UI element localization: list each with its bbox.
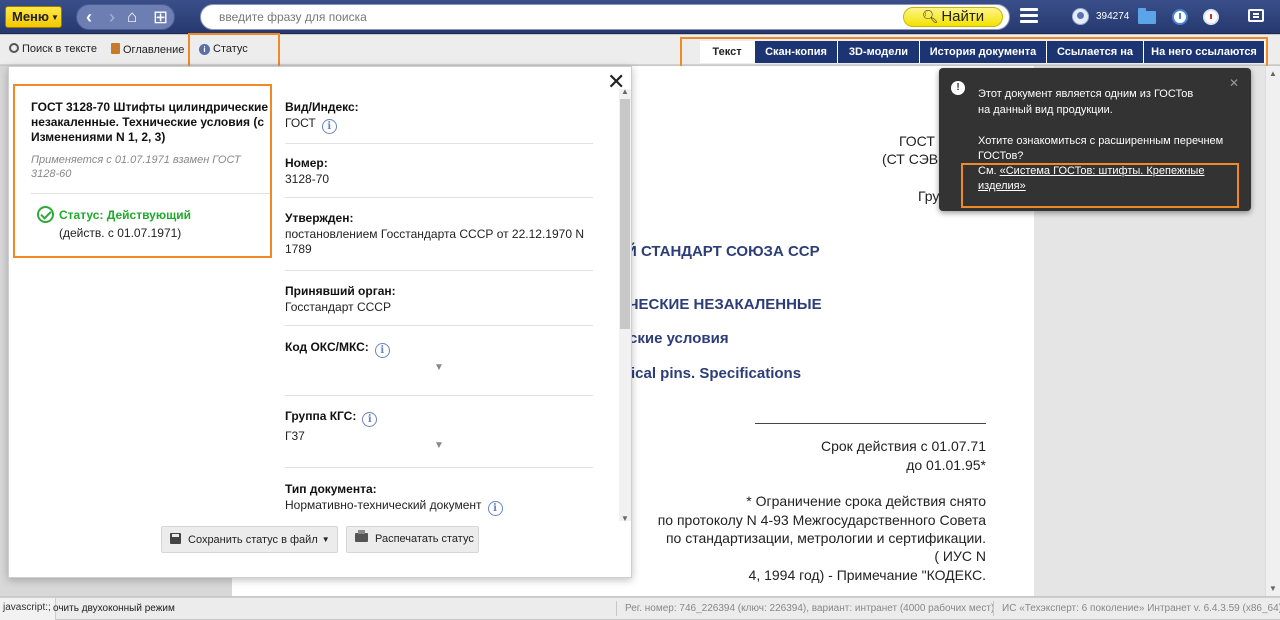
search-in-text-label: Поиск в тексте bbox=[22, 43, 97, 55]
field-kgs-group: Группа КГС: i Г37 ▼ bbox=[285, 396, 593, 468]
field-value-row: Нормативно-технический документ i bbox=[285, 498, 593, 516]
contents-button[interactable]: Оглавление bbox=[111, 43, 184, 56]
save-icon bbox=[170, 533, 181, 544]
doc-validity-2: до 01.01.95* bbox=[906, 457, 986, 473]
info-icon[interactable]: i bbox=[321, 119, 337, 134]
scroll-up-icon[interactable]: ▲ bbox=[1269, 69, 1277, 78]
registration-info: Рег. номер: 746_226394 (ключ: 226394), в… bbox=[625, 603, 995, 614]
version-info: ИС «Техэксперт: 6 поколение» Интранет v.… bbox=[1002, 603, 1280, 614]
field-number: Номер: 3128-70 bbox=[285, 144, 593, 198]
doc-validity-1: Срок действия с 01.07.71 bbox=[821, 438, 986, 454]
print-status-button[interactable]: Распечатать статус bbox=[346, 526, 479, 553]
field-label: Вид/Индекс: bbox=[285, 100, 359, 114]
home-icon[interactable]: ⌂ bbox=[127, 6, 137, 28]
print-status-label: Распечатать статус bbox=[375, 533, 474, 545]
field-adopting-body: Принявший орган: Госстандарт СССР bbox=[285, 271, 593, 326]
document-scrollbar[interactable]: ▲ ▼ bbox=[1265, 66, 1280, 596]
doc-title-line2: ские условия bbox=[629, 330, 729, 347]
js-link-hint: javascript:; bbox=[0, 598, 56, 620]
stopwatch-icon[interactable] bbox=[1203, 9, 1219, 25]
doc-footnote-4: ( ИУС N bbox=[934, 548, 986, 564]
info-icon[interactable]: i bbox=[362, 412, 378, 427]
popup-line3: Хотите ознакомиться с расширенным перечн… bbox=[978, 135, 1224, 147]
forward-arrow-icon[interactable]: › bbox=[109, 6, 115, 28]
hamburger-icon[interactable] bbox=[1020, 6, 1038, 26]
save-status-button[interactable]: Сохранить статус в файл ▼ bbox=[161, 526, 338, 553]
field-value: постановлением Госстандарта СССР от 22.1… bbox=[285, 227, 584, 256]
field-label: Группа КГС: bbox=[285, 409, 357, 423]
book-icon bbox=[111, 43, 120, 54]
field-label-row: Группа КГС: i bbox=[285, 409, 593, 427]
doc-standard-title: Й СТАНДАРТ СОЮЗА ССР bbox=[626, 243, 820, 260]
clock-icon[interactable] bbox=[1172, 9, 1188, 25]
user-id[interactable]: 394274 bbox=[1096, 11, 1129, 22]
field-label-row: Код ОКС/МКС: i bbox=[285, 340, 593, 358]
popup-link-highlight bbox=[961, 163, 1239, 208]
status-card-highlight bbox=[13, 84, 272, 258]
scroll-thumb[interactable] bbox=[620, 99, 630, 329]
field-label: Номер: bbox=[285, 156, 328, 170]
printer-icon bbox=[355, 530, 368, 542]
doc-footnote-3: по стандартизации, метрологии и сертифик… bbox=[665, 530, 986, 546]
doc-title-line1: ЧЕСКИЕ НЕЗАКАЛЕННЫЕ bbox=[628, 296, 822, 313]
doc-title-line3: ical pins. Specifications bbox=[631, 365, 802, 382]
doc-footnote-2: по протоколу N 4-93 Межгосударственного … bbox=[657, 512, 986, 528]
search-box: 🔍︎Найти bbox=[200, 4, 1010, 30]
field-document-type: Тип документа: Нормативно-технический до… bbox=[285, 468, 593, 516]
save-status-label: Сохранить статус в файл bbox=[188, 534, 318, 546]
footnote-divider bbox=[755, 423, 986, 424]
status-separator bbox=[616, 601, 617, 616]
search-icon: 🔍︎ bbox=[921, 9, 939, 24]
popup-line4: ГОСТов? bbox=[978, 150, 1024, 162]
field-approved: Утвержден: постановлением Госстандарта С… bbox=[285, 198, 593, 271]
folder-icon[interactable] bbox=[1138, 8, 1156, 24]
search-icon bbox=[9, 43, 19, 53]
expand-triangle-icon[interactable]: ▼ bbox=[434, 440, 444, 451]
caret-down-icon: ▼ bbox=[321, 535, 330, 544]
status-fields: Вид/Индекс: ГОСТ i Номер: 3128-70 Утвержд… bbox=[285, 97, 593, 516]
info-icon[interactable]: i bbox=[487, 501, 503, 516]
field-value: Нормативно-технический документ bbox=[285, 498, 482, 512]
field-label: Код ОКС/МКС: bbox=[285, 340, 369, 354]
find-button[interactable]: 🔍︎ Найти bbox=[903, 7, 1003, 27]
field-label: Принявший орган: bbox=[285, 284, 396, 298]
field-oks-code: Код ОКС/МКС: i ▼ bbox=[285, 326, 593, 396]
menu-button[interactable]: Меню ▼ bbox=[5, 6, 62, 28]
scroll-down-icon[interactable]: ▼ bbox=[1269, 584, 1277, 593]
expand-triangle-icon[interactable]: ▼ bbox=[434, 362, 444, 373]
field-value-row: ГОСТ i bbox=[285, 116, 593, 134]
find-label: Найти bbox=[941, 8, 985, 25]
chat-icon[interactable] bbox=[1248, 9, 1264, 22]
back-arrow-icon[interactable]: ‹ bbox=[86, 6, 92, 28]
contents-label: Оглавление bbox=[123, 44, 185, 56]
scroll-down-icon[interactable]: ▼ bbox=[621, 514, 629, 523]
info-icon[interactable]: i bbox=[374, 343, 390, 358]
close-icon[interactable]: ✕ bbox=[1229, 76, 1239, 90]
field-value: ГОСТ bbox=[285, 116, 316, 130]
user-icon[interactable] bbox=[1072, 8, 1089, 25]
field-label: Утвержден: bbox=[285, 211, 354, 225]
alert-icon: ! bbox=[951, 81, 965, 95]
scroll-up-icon[interactable]: ▲ bbox=[621, 87, 629, 96]
search-in-text-button[interactable]: Поиск в тексте bbox=[9, 43, 97, 55]
doc-footnote-1: * Ограничение срока действия снято bbox=[746, 493, 986, 509]
status-bar: javascript:; очить двухоконный режим Рег… bbox=[0, 597, 1280, 620]
field-value: 3128-70 bbox=[285, 172, 330, 186]
nav-group: ‹ › ⌂ ⊞ bbox=[76, 4, 175, 30]
top-bar: Меню▼ ‹ › ⌂ ⊞ 🔍︎Найти 394274 bbox=[0, 0, 1280, 34]
field-label: Тип документа: bbox=[285, 482, 377, 496]
status-panel-scrollbar[interactable]: ▲ ▼ bbox=[619, 87, 631, 523]
popup-line1: Этот документ является одним из ГОСТов bbox=[978, 88, 1194, 100]
status-separator bbox=[993, 601, 994, 616]
menu-label: Меню bbox=[12, 9, 50, 24]
grid-icon[interactable]: ⊞ bbox=[153, 6, 168, 28]
status-hint: очить двухоконный режим bbox=[53, 603, 175, 614]
popup-line2: на данный вид продукции. bbox=[978, 104, 1113, 116]
caret-down-icon: ▼ bbox=[51, 13, 59, 22]
field-type-index: Вид/Индекс: ГОСТ i bbox=[285, 97, 593, 144]
doc-footnote-5: 4, 1994 год) - Примечание "КОДЕКС. bbox=[748, 567, 986, 583]
field-value: Госстандарт СССР bbox=[285, 300, 391, 314]
search-input[interactable] bbox=[217, 9, 877, 25]
